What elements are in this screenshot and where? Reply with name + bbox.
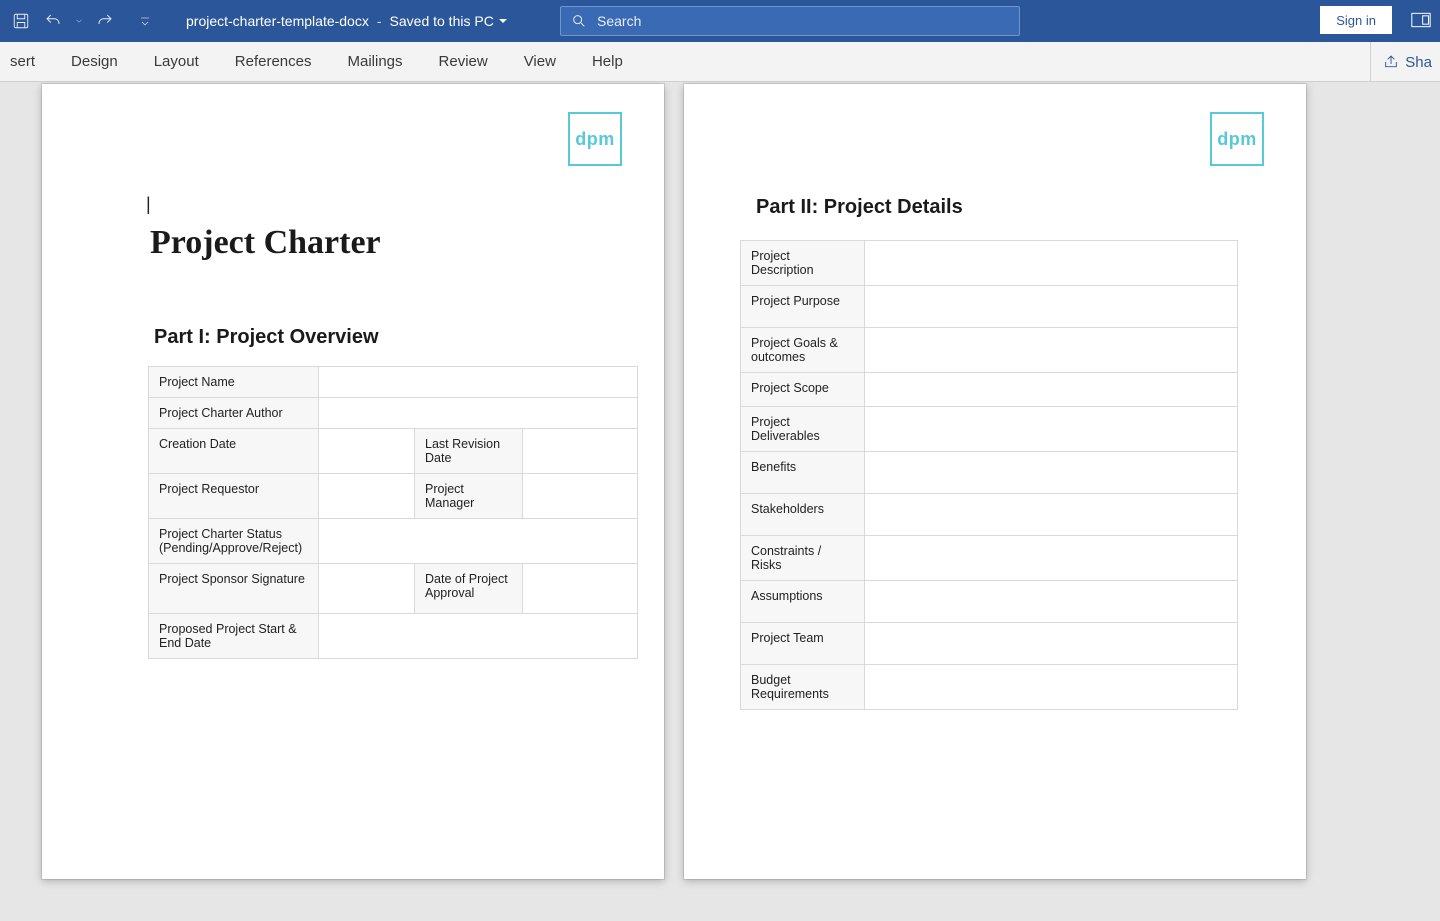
document-page-1[interactable]: dpm | Project Charter Part I: Project Ov… bbox=[42, 84, 664, 879]
cell-assumptions-label[interactable]: Assumptions bbox=[741, 581, 865, 623]
document-page-2[interactable]: dpm Part II: Project Details Project Des… bbox=[684, 84, 1306, 879]
quick-access-toolbar bbox=[0, 8, 158, 34]
cell-team-label[interactable]: Project Team bbox=[741, 623, 865, 665]
document-name-area: project-charter-template-docx - Saved to… bbox=[186, 13, 508, 29]
sign-in-button[interactable]: Sign in bbox=[1320, 6, 1392, 34]
cell-requestor-label[interactable]: Project Requestor bbox=[149, 474, 319, 519]
cell-team-value[interactable] bbox=[865, 623, 1238, 665]
cell-creation-date-value[interactable] bbox=[319, 429, 415, 474]
cell-project-name-value[interactable] bbox=[319, 367, 638, 398]
cell-manager-label[interactable]: Project Manager bbox=[415, 474, 523, 519]
search-icon bbox=[571, 13, 587, 29]
cell-charter-status-value[interactable] bbox=[319, 519, 638, 564]
tab-view[interactable]: View bbox=[506, 42, 574, 81]
undo-icon[interactable] bbox=[40, 8, 66, 34]
ribbon-display-options-icon[interactable] bbox=[1410, 9, 1432, 31]
cell-last-revision-value[interactable] bbox=[523, 429, 638, 474]
cell-description-value[interactable] bbox=[865, 241, 1238, 286]
cell-charter-status-label[interactable]: Project Charter Status (Pending/Approve/… bbox=[149, 519, 319, 564]
tab-layout[interactable]: Layout bbox=[136, 42, 217, 81]
cell-sponsor-sig-value[interactable] bbox=[319, 564, 415, 614]
document-canvas[interactable]: dpm | Project Charter Part I: Project Ov… bbox=[0, 82, 1440, 921]
chevron-down-icon bbox=[498, 16, 508, 26]
cell-stakeholders-label[interactable]: Stakeholders bbox=[741, 494, 865, 536]
cell-project-name-label[interactable]: Project Name bbox=[149, 367, 319, 398]
save-status-button[interactable]: Saved to this PC bbox=[390, 13, 508, 29]
cell-creation-date-label[interactable]: Creation Date bbox=[149, 429, 319, 474]
title-bar: project-charter-template-docx - Saved to… bbox=[0, 0, 1440, 42]
cell-benefits-label[interactable]: Benefits bbox=[741, 452, 865, 494]
cell-requestor-value[interactable] bbox=[319, 474, 415, 519]
section-heading-part1[interactable]: Part I: Project Overview bbox=[154, 326, 379, 349]
search-box[interactable]: Search bbox=[560, 6, 1020, 36]
cell-charter-author-value[interactable] bbox=[319, 398, 638, 429]
cell-goals-value[interactable] bbox=[865, 328, 1238, 373]
tab-help[interactable]: Help bbox=[574, 42, 641, 81]
save-status-label: Saved to this PC bbox=[390, 13, 494, 29]
tab-mailings[interactable]: Mailings bbox=[329, 42, 420, 81]
dpm-logo: dpm bbox=[1210, 112, 1264, 166]
cell-approval-date-label[interactable]: Date of Project Approval bbox=[415, 564, 523, 614]
cell-charter-author-label[interactable]: Project Charter Author bbox=[149, 398, 319, 429]
autosave-icon[interactable] bbox=[8, 8, 34, 34]
cell-manager-value[interactable] bbox=[523, 474, 638, 519]
cell-description-label[interactable]: Project Description bbox=[741, 241, 865, 286]
share-icon bbox=[1383, 54, 1399, 70]
cell-constraints-value[interactable] bbox=[865, 536, 1238, 581]
cell-sponsor-sig-label[interactable]: Project Sponsor Signature bbox=[149, 564, 319, 614]
cell-scope-label[interactable]: Project Scope bbox=[741, 373, 865, 407]
share-label: Sha bbox=[1405, 54, 1432, 71]
cell-goals-label[interactable]: Project Goals & outcomes bbox=[741, 328, 865, 373]
cell-deliverables-value[interactable] bbox=[865, 407, 1238, 452]
redo-icon[interactable] bbox=[92, 8, 118, 34]
undo-dropdown-icon[interactable] bbox=[72, 8, 86, 34]
filename-separator: - bbox=[377, 13, 382, 29]
cell-purpose-value[interactable] bbox=[865, 286, 1238, 328]
ribbon-tabs: sert Design Layout References Mailings R… bbox=[0, 42, 1440, 82]
search-placeholder: Search bbox=[597, 13, 641, 29]
text-cursor: | bbox=[146, 194, 151, 215]
cell-stakeholders-value[interactable] bbox=[865, 494, 1238, 536]
tab-insert[interactable]: sert bbox=[4, 42, 53, 81]
tab-design[interactable]: Design bbox=[53, 42, 136, 81]
cell-budget-value[interactable] bbox=[865, 665, 1238, 710]
cell-purpose-label[interactable]: Project Purpose bbox=[741, 286, 865, 328]
dpm-logo: dpm bbox=[568, 112, 622, 166]
document-filename: project-charter-template-docx bbox=[186, 13, 369, 29]
cell-deliverables-label[interactable]: Project Deliverables bbox=[741, 407, 865, 452]
cell-proposed-dates-label[interactable]: Proposed Project Start & End Date bbox=[149, 614, 319, 659]
share-button[interactable]: Sha bbox=[1370, 42, 1440, 82]
project-overview-table[interactable]: Project Name Project Charter Author Crea… bbox=[148, 366, 638, 659]
document-title[interactable]: Project Charter bbox=[150, 224, 381, 262]
section-heading-part2[interactable]: Part II: Project Details bbox=[756, 196, 963, 219]
title-bar-right: Sign in bbox=[1320, 6, 1432, 34]
cell-assumptions-value[interactable] bbox=[865, 581, 1238, 623]
cell-constraints-label[interactable]: Constraints / Risks bbox=[741, 536, 865, 581]
cell-approval-date-value[interactable] bbox=[523, 564, 638, 614]
cell-last-revision-label[interactable]: Last Revision Date bbox=[415, 429, 523, 474]
cell-budget-label[interactable]: Budget Requirements bbox=[741, 665, 865, 710]
customize-qat-icon[interactable] bbox=[132, 8, 158, 34]
project-details-table[interactable]: Project Description Project Purpose Proj… bbox=[740, 240, 1238, 710]
cell-proposed-dates-value[interactable] bbox=[319, 614, 638, 659]
tab-references[interactable]: References bbox=[217, 42, 330, 81]
cell-benefits-value[interactable] bbox=[865, 452, 1238, 494]
cell-scope-value[interactable] bbox=[865, 373, 1238, 407]
tab-review[interactable]: Review bbox=[421, 42, 506, 81]
